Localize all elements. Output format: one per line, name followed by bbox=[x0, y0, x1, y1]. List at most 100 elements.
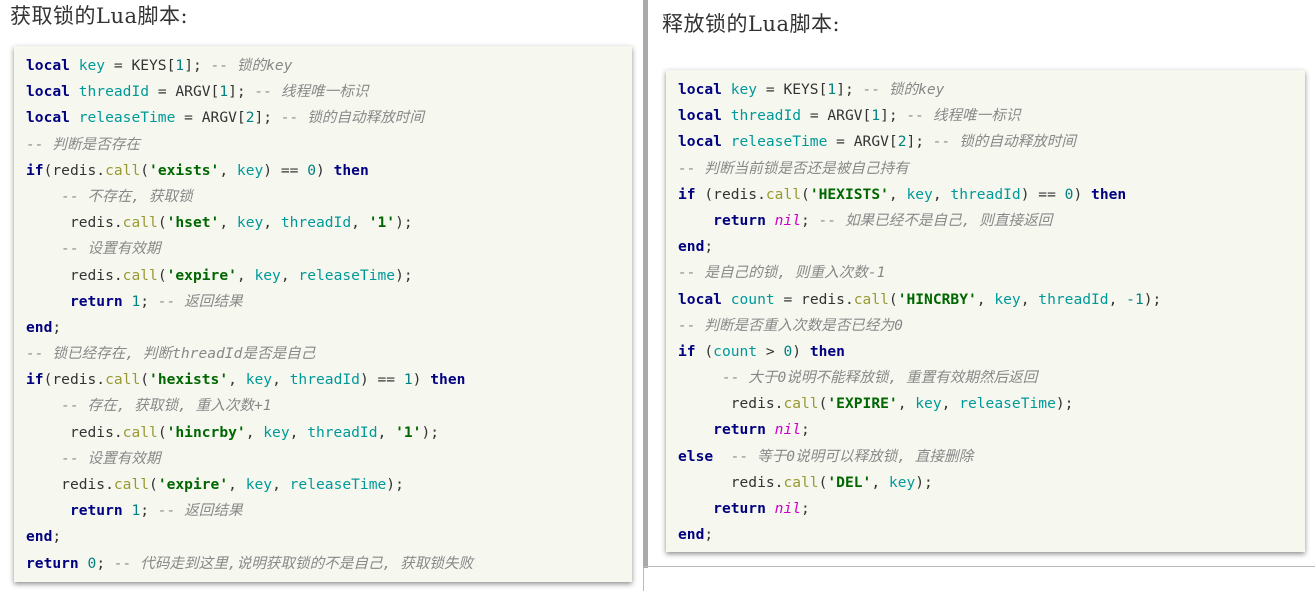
code-token: ); bbox=[1143, 290, 1162, 308]
code-token: KEYS bbox=[131, 57, 167, 74]
code-token: ); bbox=[395, 214, 413, 232]
code-line: -- 设置有效期 bbox=[26, 446, 632, 472]
code-token: local bbox=[678, 290, 722, 308]
code-token: ( bbox=[801, 185, 810, 203]
code-token: redis. bbox=[713, 185, 766, 203]
code-token: -- 存在, 获取锁, 重入次数+1 bbox=[61, 397, 272, 415]
code-line: redis.call('hincrby', key, threadId, '1'… bbox=[26, 420, 632, 446]
code-token: end bbox=[26, 318, 53, 336]
code-token: ; bbox=[801, 500, 810, 517]
code-token: , bbox=[272, 371, 290, 389]
code-token: 'expire' bbox=[157, 476, 229, 493]
code-line: -- 是自己的锁, 则重入次数-1 bbox=[678, 260, 1305, 286]
code-token: 1 bbox=[131, 502, 141, 520]
code-token: -- 代码走到这里,说明获取锁的不是自己, 获取锁失败 bbox=[113, 554, 474, 572]
code-token: 0 bbox=[87, 554, 97, 572]
code-token: 0 bbox=[783, 342, 793, 360]
code-token: nil bbox=[774, 500, 802, 517]
code-token: , bbox=[219, 214, 237, 232]
code-token: 'EXPIRE' bbox=[827, 395, 898, 413]
code-token: releaseTime bbox=[730, 133, 828, 151]
code-line: local releaseTime = ARGV[2]; -- 锁的自动释放时间 bbox=[26, 105, 632, 131]
code-token: key bbox=[915, 395, 942, 413]
code-token: threadId bbox=[307, 423, 378, 441]
code-line: -- 设置有效期 bbox=[26, 236, 632, 262]
code-token: 1 bbox=[403, 371, 413, 389]
code-line: -- 锁已经存在, 判断threadId是否是自己 bbox=[26, 341, 632, 367]
code-token: = bbox=[175, 109, 202, 127]
code-token: ]; bbox=[184, 57, 211, 74]
code-token: then bbox=[1091, 185, 1127, 203]
code-token: -- 判断当前锁是否还是被自己持有 bbox=[678, 159, 909, 177]
code-token: 'DEL' bbox=[827, 473, 872, 491]
code-token: then bbox=[809, 342, 845, 360]
code-token: KEYS bbox=[783, 81, 819, 98]
code-token: ( bbox=[157, 214, 167, 232]
code-token: return bbox=[713, 211, 766, 229]
code-token: -- 锁的key bbox=[210, 57, 293, 74]
code-token: releaseTime bbox=[298, 266, 396, 284]
code-token: redis. bbox=[52, 371, 106, 389]
code-token: -- 是自己的锁, 则重入次数-1 bbox=[678, 264, 886, 282]
code-line: if(redis.call('hexists', key, threadId) … bbox=[26, 367, 632, 393]
code-token: 'exists' bbox=[149, 161, 220, 179]
code-token: ]; bbox=[254, 109, 281, 127]
code-token: ( bbox=[888, 290, 898, 308]
code-token: releaseTime bbox=[959, 395, 1056, 413]
code-token: -- 锁的key bbox=[862, 81, 945, 98]
code-token: 2 bbox=[897, 133, 907, 151]
code-token: key bbox=[994, 290, 1021, 308]
code-token: return bbox=[713, 421, 766, 439]
code-line: return nil; -- 如果已经不是自己, 则直接返回 bbox=[678, 208, 1305, 234]
code-token: ARGV bbox=[827, 107, 863, 125]
code-token: redis. bbox=[61, 476, 114, 493]
code-token: [ bbox=[236, 109, 246, 127]
code-token: , bbox=[263, 214, 281, 232]
code-token: ) == bbox=[263, 161, 308, 179]
bottom-rule-vertical bbox=[643, 568, 644, 591]
code-token: ARGV bbox=[201, 109, 237, 127]
code-token: ( bbox=[140, 371, 150, 389]
code-token: , bbox=[219, 161, 237, 179]
code-token: , bbox=[1108, 290, 1127, 308]
code-token: , bbox=[228, 476, 246, 493]
code-token: -- 判断是否存在 bbox=[26, 135, 140, 153]
code-token: return bbox=[713, 500, 766, 517]
code-line: local key = KEYS[1]; -- 锁的key bbox=[26, 53, 632, 79]
code-token: key bbox=[245, 371, 273, 389]
code-token: key bbox=[78, 57, 106, 74]
code-token: if bbox=[26, 371, 44, 389]
code-token: 2 bbox=[245, 109, 255, 127]
code-line: else -- 等于0说明可以释放锁, 直接删除 bbox=[678, 444, 1305, 470]
code-token: ); bbox=[395, 266, 413, 284]
code-line: if (redis.call('HEXISTS', key, threadId)… bbox=[678, 182, 1305, 208]
code-line: return 1; -- 返回结果 bbox=[26, 289, 632, 315]
code-token: ; bbox=[704, 526, 714, 544]
code-token: , bbox=[1020, 290, 1039, 308]
code-token: , bbox=[272, 476, 290, 493]
bottom-rule bbox=[643, 566, 1315, 567]
code-token: local bbox=[26, 57, 70, 74]
code-line: redis.call('expire', key, releaseTime); bbox=[26, 472, 632, 498]
code-line: if (count > 0) then bbox=[678, 339, 1305, 365]
code-token: , bbox=[871, 473, 889, 491]
code-line: return nil; bbox=[678, 496, 1305, 522]
code-token: key bbox=[236, 214, 264, 232]
code-token: end bbox=[678, 526, 705, 544]
code-token: = bbox=[774, 290, 802, 308]
code-line: local count = redis.call('HINCRBY', key,… bbox=[678, 287, 1305, 313]
code-line: redis.call('hset', key, threadId, '1'); bbox=[26, 210, 632, 236]
code-token: ) bbox=[412, 371, 431, 389]
code-token: ( bbox=[149, 476, 158, 493]
code-token: if bbox=[26, 161, 44, 179]
code-token: -- 锁的自动释放时间 bbox=[280, 109, 424, 127]
